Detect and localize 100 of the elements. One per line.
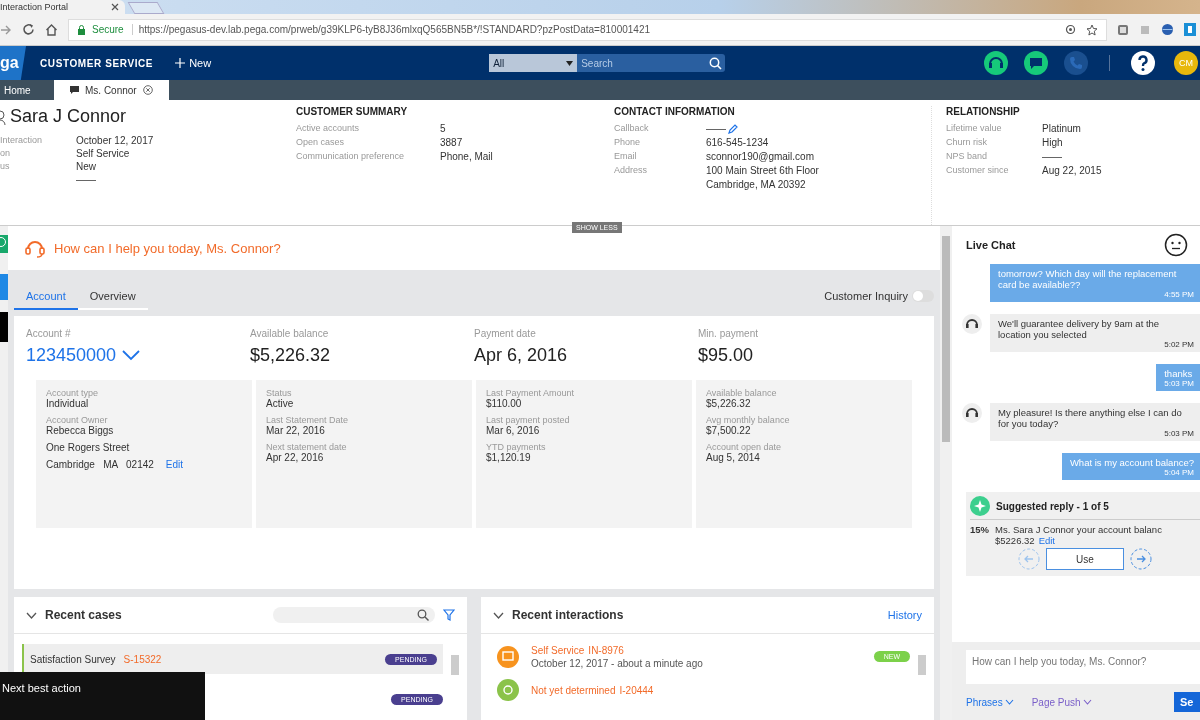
detail-value: $7,500.22 (706, 425, 752, 436)
suggestion-title: Suggested reply - 1 of 5 (996, 500, 1109, 512)
field-label: Interaction (0, 135, 44, 146)
summary-label: Payment date (474, 328, 537, 339)
detail-value: Active (266, 398, 295, 409)
workspace-tab[interactable]: Ms. Connor (54, 80, 169, 100)
field-label: Phone (614, 137, 642, 148)
detail-label: Last Statement Date (266, 415, 350, 425)
customer-name: Sara J Connor (10, 106, 127, 127)
summary-label: Account # (26, 328, 72, 339)
next-best-action-bar[interactable]: Next best action (0, 672, 205, 720)
field-label: Address (614, 165, 649, 176)
field-value: Phone, Mail (440, 151, 494, 162)
greeting-text: How can I help you today, Ms. Connor? (54, 240, 281, 256)
address-line: Cambridge MA 02142 (46, 459, 154, 470)
panel-title: Recent interactions (512, 608, 624, 622)
summary-value: Apr 6, 2016 (474, 345, 569, 366)
field-value: —— (76, 174, 97, 185)
case-link[interactable]: S-15322 (123, 653, 162, 665)
new-button[interactable]: New (175, 57, 212, 69)
url-text: https://pegasus-dev.lab.pega.com/prweb/g39KLP6-tyB8J36mlxqQ565BN5B*/!STANDARD?pzPostData=810001421 (138, 24, 651, 35)
scope-dropdown[interactable]: All (489, 54, 578, 72)
panel-title: Recent cases (45, 608, 122, 622)
workspace-tab[interactable]: Home (0, 80, 44, 100)
chat-message: We'll guarantee delivery by 9am at the location you selected 5:02 PM (990, 314, 1200, 352)
edit-link[interactable]: Edit (1038, 535, 1055, 546)
address-line: One Rogers Street (46, 442, 131, 453)
account-dropdown[interactable]: 123450000 (26, 345, 250, 366)
detail-label: Account type (46, 388, 100, 398)
section-title: CUSTOMER SUMMARY (296, 106, 409, 117)
detail-value: Mar 6, 2016 (486, 425, 541, 436)
detail-label: Next statement date (266, 442, 348, 452)
field-value: 100 Main Street 6th Floor (706, 165, 820, 176)
search-field[interactable]: Search (577, 54, 706, 72)
logo[interactable]: ga (0, 46, 26, 80)
chat-message: tomorrow? Which day will the replacement card be available?? 4:55 PM (990, 264, 1200, 302)
detail-label: Available balance (706, 388, 778, 398)
account-tab[interactable]: Account (14, 286, 78, 310)
address-field[interactable]: Secure https://pegasus-dev.lab.pega.com/prweb/g39KLP6-tyB8J36mlxqQ565BN5B*/!STANDARD?pzPostData=810001421 (68, 18, 1107, 41)
interaction-title: Self Service (531, 645, 585, 656)
suggestion-amount: $5226.32 (995, 535, 1035, 546)
field-label: Open cases (296, 137, 346, 148)
detail-value: Aug 5, 2014 (706, 452, 761, 463)
section-title: CONTACT INFORMATION (614, 106, 736, 117)
field-value: 616-545-1234 (706, 137, 770, 148)
menu-link[interactable]: Phrases (966, 696, 1014, 708)
detail-label: Account Owner (46, 415, 109, 425)
detail-label: Avg monthly balance (706, 415, 791, 425)
use-button[interactable]: Use (1046, 548, 1124, 570)
case-title: Satisfaction Survey (30, 653, 116, 665)
field-value: High (1042, 137, 1064, 148)
menu-link[interactable]: Page Push (1031, 696, 1092, 708)
chat-title: Live Chat (966, 239, 1016, 251)
app-name: CUSTOMER SERVICE (40, 57, 154, 69)
interaction-time: October 12, 2017 - about a minute ago (531, 658, 704, 669)
detail-label: YTD payments (486, 442, 547, 452)
interaction-link[interactable]: IN-8976 (588, 645, 624, 656)
field-value: —— (1042, 151, 1063, 162)
field-value: Platinum (1042, 123, 1082, 134)
detail-label: Status (266, 388, 293, 398)
detail-value: Apr 22, 2016 (266, 452, 325, 463)
field-value: 5 (440, 123, 447, 134)
message-field[interactable]: How can I help you today, Ms. Connor? (966, 650, 1200, 684)
send-button[interactable]: Se (1174, 692, 1200, 712)
detail-label: Account open date (706, 442, 783, 452)
summary-label: Min. payment (698, 328, 760, 339)
field-label: Churn risk (946, 137, 988, 148)
field-value: Aug 22, 2015 (1042, 165, 1102, 176)
field-label: Communication preference (296, 151, 406, 162)
field-label: on (0, 148, 11, 159)
field-value: Self Service (76, 148, 131, 159)
chat-message: thanks 5:03 PM (1156, 364, 1200, 391)
interaction-link[interactable]: I-20444 (619, 685, 654, 696)
field-label: Callback (614, 123, 650, 134)
edit-link[interactable]: Edit (165, 459, 184, 470)
field-label: Email (614, 151, 638, 162)
section-title: RELATIONSHIP (946, 106, 1021, 117)
field-label: Active accounts (296, 123, 361, 134)
chat-message: My pleasure! Is there anything else I can do for you today? 5:03 PM (990, 403, 1200, 441)
detail-value: Mar 22, 2016 (266, 425, 326, 436)
detail-value: Individual (46, 398, 90, 409)
account-tab[interactable]: Overview (77, 286, 148, 310)
detail-label: Last Payment Amount (486, 388, 576, 398)
confidence-score: 15% (970, 524, 989, 537)
email-link[interactable]: sconnor190@gmail.com (706, 151, 931, 162)
history-link[interactable]: History (887, 609, 922, 621)
interaction-title: Not yet determined (531, 685, 616, 696)
toggle-label: Customer Inquiry (824, 290, 908, 302)
detail-value: Rebecca Biggs (46, 425, 115, 436)
suggestion-text: Ms. Sara J Connor your account balanc (995, 524, 1162, 535)
field-label: us (0, 161, 11, 172)
summary-value: $95.00 (698, 345, 755, 366)
summary-value: $5,226.32 (250, 345, 332, 366)
field-label: Lifetime value (946, 123, 1003, 134)
browser-tab[interactable]: Interaction Portal (0, 0, 125, 14)
detail-value: $1,120.19 (486, 452, 532, 463)
detail-value: $110.00 (486, 398, 523, 409)
field-label: NPS band (946, 151, 989, 162)
detail-label: Last payment posted (486, 415, 571, 425)
field-label: Customer since (946, 165, 1010, 176)
